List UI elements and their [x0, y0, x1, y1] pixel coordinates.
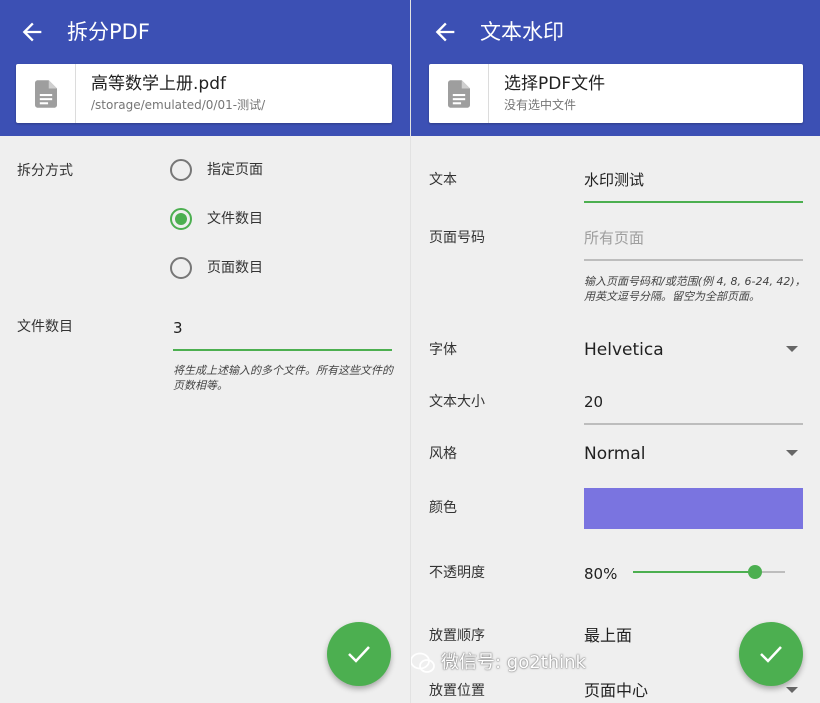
page-title: 拆分PDF	[67, 20, 150, 44]
radio-page-count[interactable]	[170, 257, 192, 279]
order-label: 放置顺序	[429, 628, 485, 644]
color-swatch[interactable]	[584, 488, 803, 529]
text-size-label: 文本大小	[429, 394, 485, 410]
radio-specified-pages-label[interactable]: 指定页面	[207, 160, 263, 180]
chevron-down-icon[interactable]	[786, 346, 798, 352]
page-numbers-label: 页面号码	[429, 230, 485, 246]
position-select[interactable]: 页面中心	[584, 679, 648, 703]
color-label: 颜色	[429, 500, 457, 516]
text-size-input[interactable]: 20	[584, 391, 603, 413]
text-label: 文本	[429, 172, 457, 188]
radio-file-count[interactable]	[170, 208, 192, 230]
split-pdf-screen: 拆分PDF 高等数学上册.pdf /storage/emulated/0/01-…	[0, 0, 410, 703]
document-icon	[448, 80, 470, 108]
app-bar: 文本水印 选择PDF文件 没有选中文件	[411, 0, 820, 136]
file-icon-box	[429, 64, 489, 123]
radio-specified-pages[interactable]	[170, 159, 192, 181]
page-numbers-hint: 输入页面号码和/或范围(例 4, 8, 6-24, 42)，用英文逗号分隔。留空…	[584, 275, 806, 303]
file-count-underline	[173, 349, 392, 351]
opacity-label: 不透明度	[429, 565, 485, 581]
opacity-slider-fill	[633, 571, 755, 573]
opacity-slider-track[interactable]	[633, 571, 785, 573]
page-numbers-underline	[584, 259, 803, 261]
back-button[interactable]	[18, 18, 46, 46]
app-bar: 拆分PDF 高等数学上册.pdf /storage/emulated/0/01-…	[0, 0, 410, 136]
style-label: 风格	[429, 446, 457, 462]
file-count-label: 文件数目	[17, 319, 73, 335]
page-title: 文本水印	[480, 20, 564, 44]
opacity-slider-thumb[interactable]	[747, 565, 762, 579]
arrow-back-icon	[22, 22, 42, 42]
order-select[interactable]: 最上面	[584, 624, 632, 648]
page-numbers-input[interactable]: 所有页面	[584, 227, 644, 249]
font-select[interactable]: Helvetica	[584, 338, 664, 362]
split-mode-label: 拆分方式	[17, 163, 73, 179]
opacity-value: 80%	[584, 565, 618, 583]
file-selector-card[interactable]: 高等数学上册.pdf /storage/emulated/0/01-测试/	[16, 64, 392, 123]
text-watermark-screen: 文本水印 选择PDF文件 没有选中文件 文本 水印测试 页面号码 所有页面 输入…	[410, 0, 820, 703]
position-label: 放置位置	[429, 683, 485, 699]
arrow-back-icon	[435, 22, 455, 42]
text-underline	[584, 201, 803, 203]
confirm-button[interactable]	[327, 622, 391, 686]
file-name: 选择PDF文件	[504, 74, 606, 94]
wechat-watermark: 微信号: go2think	[441, 652, 586, 673]
document-icon	[35, 80, 57, 108]
file-status: 没有选中文件	[504, 98, 577, 112]
radio-file-count-label[interactable]: 文件数目	[207, 209, 263, 229]
back-button[interactable]	[431, 18, 459, 46]
chevron-down-icon[interactable]	[786, 450, 798, 456]
style-select[interactable]: Normal	[584, 442, 646, 466]
file-selector-card[interactable]: 选择PDF文件 没有选中文件	[429, 64, 803, 123]
radio-page-count-label[interactable]: 页面数目	[207, 258, 263, 278]
file-icon-box	[16, 64, 76, 123]
file-count-hint: 将生成上述输入的多个文件。所有这些文件的页数相等。	[173, 364, 393, 392]
file-path: /storage/emulated/0/01-测试/	[91, 98, 266, 112]
text-input[interactable]: 水印测试	[584, 169, 644, 191]
confirm-button[interactable]	[739, 622, 803, 686]
file-name: 高等数学上册.pdf	[91, 74, 226, 94]
text-size-underline	[584, 423, 803, 425]
check-icon	[348, 646, 370, 663]
check-icon	[760, 646, 782, 663]
file-count-input[interactable]: 3	[173, 317, 183, 339]
chevron-down-icon[interactable]	[786, 687, 798, 693]
font-label: 字体	[429, 342, 457, 358]
wechat-icon	[411, 652, 435, 673]
